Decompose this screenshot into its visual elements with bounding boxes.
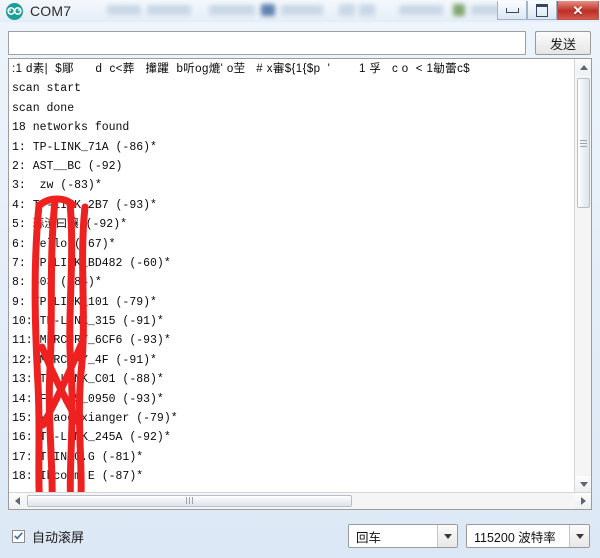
chevron-down-icon bbox=[575, 533, 584, 539]
scroll-down-icon bbox=[579, 481, 588, 487]
console-line: 18: Ihcomm E (-87)* bbox=[12, 470, 144, 484]
maximize-icon bbox=[536, 3, 548, 17]
close-button[interactable]: ✕ bbox=[557, 1, 599, 20]
send-button[interactable]: 发送 bbox=[535, 31, 591, 55]
send-row: 发送 bbox=[8, 30, 592, 56]
vertical-scroll-thumb[interactable] bbox=[577, 78, 590, 208]
window-controls: ✕ bbox=[497, 1, 599, 21]
serial-monitor-window: COM7 ✕ 发送:1 d素| $郮 d c<葬 撪躣 b听og熝' o茔 #… bbox=[0, 0, 600, 558]
console-line: 18 networks found bbox=[12, 121, 130, 135]
scroll-up-button[interactable] bbox=[575, 59, 591, 75]
close-icon: ✕ bbox=[572, 2, 584, 18]
console-line: 8: 403 (-84)* bbox=[12, 276, 102, 290]
minimize-icon bbox=[505, 7, 519, 13]
scroll-up-icon bbox=[579, 64, 588, 70]
console-line: 15: xiaodixianger (-79)* bbox=[12, 412, 178, 426]
scroll-thumb-grip-icon bbox=[580, 138, 587, 149]
console-line: scan start bbox=[12, 82, 82, 96]
arduino-infinity-icon bbox=[6, 2, 23, 20]
console-panel: :1 d素| $郮 d c<葬 撪躣 b听og熝' o茔 # x審${1{$p … bbox=[8, 58, 592, 510]
console-output[interactable]: :1 d素| $郮 d c<葬 撪躣 b听og熝' o茔 # x審${1{$p … bbox=[9, 59, 574, 492]
command-input[interactable] bbox=[8, 31, 526, 55]
baud-rate-dropdown-button[interactable] bbox=[569, 525, 589, 547]
baud-rate-select[interactable]: 115200 波特率 bbox=[466, 524, 590, 548]
console-line: 13: TP-LINK_C01 (-88)* bbox=[12, 373, 164, 387]
console-line: 6: Hello (-67)* bbox=[12, 237, 116, 251]
console-line: 17: TLINE0.G (-81)* bbox=[12, 450, 144, 464]
scroll-down-button[interactable] bbox=[575, 476, 591, 492]
window-title: COM7 bbox=[30, 3, 72, 19]
console-line: :1 d素| $郮 d c<葬 撪躣 b听og熝' o茔 # x審${1{$p … bbox=[12, 63, 471, 75]
scroll-left-icon bbox=[14, 497, 20, 505]
console-line: scan done bbox=[12, 101, 75, 115]
title-bar: COM7 ✕ bbox=[0, 0, 600, 22]
console-line: 1: TP-LINK_71A (-86)* bbox=[12, 140, 157, 154]
scroll-left-button[interactable] bbox=[9, 493, 25, 509]
console-line: 7: TP-LINK_BD482 (-60)* bbox=[12, 256, 171, 270]
horizontal-scroll-thumb[interactable] bbox=[27, 495, 352, 507]
console-line: 11: MERCURY_6CF6 (-93)* bbox=[12, 334, 171, 348]
bottom-bar: 自动滚屏 回车 115200 波特率 bbox=[0, 514, 600, 558]
console-horizontal-scrollbar[interactable] bbox=[9, 492, 591, 509]
console-line: 9: TP-LINK_101 (-79)* bbox=[12, 295, 157, 309]
line-ending-select[interactable]: 回车 bbox=[348, 524, 458, 548]
console-line: 5: 蒜渣曰鑲 (-92)* bbox=[12, 218, 128, 232]
minimize-button[interactable] bbox=[497, 1, 527, 20]
console-vertical-scrollbar[interactable] bbox=[574, 59, 591, 492]
console-line: 3: zw (-83)* bbox=[12, 179, 102, 193]
maximize-button[interactable] bbox=[527, 1, 557, 20]
checkbox-box[interactable] bbox=[12, 529, 25, 543]
console-line: 4: TP-LINK_2B7 (-93)* bbox=[12, 198, 157, 212]
blurred-background-tabs bbox=[81, 0, 497, 22]
scroll-right-icon bbox=[580, 497, 586, 505]
scroll-right-button[interactable] bbox=[575, 493, 591, 509]
scroll-thumb-grip-icon bbox=[185, 492, 194, 509]
autoscroll-label: 自动滚屏 bbox=[32, 529, 85, 545]
console-line: 14: FAST_S_0950 (-93)* bbox=[12, 392, 164, 406]
line-ending-value: 回车 bbox=[356, 530, 382, 545]
autoscroll-checkbox[interactable]: 自动滚屏 bbox=[12, 527, 84, 546]
chevron-down-icon bbox=[443, 533, 452, 539]
console-line: 16: TP-LINK_245A (-92)* bbox=[12, 431, 171, 445]
baud-rate-value: 115200 波特率 bbox=[474, 530, 556, 545]
console-line: 2: AST__BC (-92) bbox=[12, 159, 123, 173]
checkmark-icon bbox=[14, 532, 23, 540]
console-line: 10: TP-LINK_315 (-91)* bbox=[12, 315, 164, 329]
console-line: 12: MERCURY_4F (-91)* bbox=[12, 353, 157, 367]
line-ending-dropdown-button[interactable] bbox=[437, 525, 457, 547]
